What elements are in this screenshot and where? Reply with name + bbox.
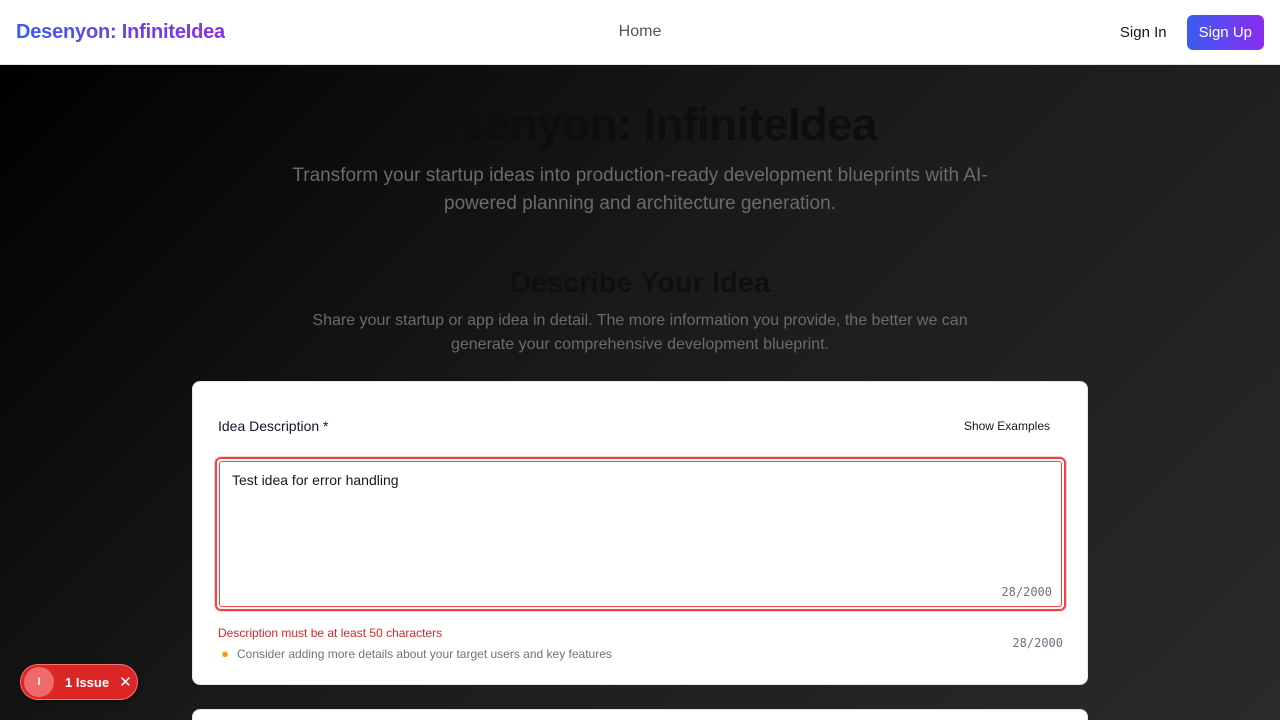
- navbar: Desenyon: InfiniteIdea Home Sign In Sign…: [0, 0, 1280, 65]
- issue-avatar: I: [24, 667, 54, 697]
- hint-row: ● Consider adding more details about you…: [218, 646, 612, 661]
- show-examples-button[interactable]: Show Examples: [964, 419, 1050, 433]
- inner-char-count: 28/2000: [1001, 585, 1052, 599]
- close-icon[interactable]: ✕: [119, 675, 132, 690]
- card-header: Idea Description * Show Examples: [218, 418, 1050, 434]
- lightbulb-icon: ●: [221, 646, 229, 661]
- main-content: Desenyon: InfiniteIdea Transform your st…: [0, 65, 1280, 720]
- sign-in-button[interactable]: Sign In: [1120, 24, 1167, 41]
- auth-actions: Sign In Sign Up: [1120, 14, 1264, 50]
- idea-form-card: Idea Description * Show Examples 28/2000…: [192, 381, 1088, 685]
- hero-subtitle: Transform your startup ideas into produc…: [292, 165, 988, 214]
- hint-text: Consider adding more details about your …: [237, 646, 612, 661]
- sign-up-button[interactable]: Sign Up: [1186, 14, 1264, 50]
- idea-description-input[interactable]: [219, 461, 1062, 607]
- next-card: [192, 709, 1088, 720]
- hero-title: Desenyon: InfiniteIdea: [403, 98, 877, 150]
- brand-logo[interactable]: Desenyon: InfiniteIdea: [16, 21, 225, 44]
- section-subtitle: Share your startup or app idea in detail…: [312, 312, 968, 353]
- issues-badge[interactable]: I 1 Issue ✕: [20, 664, 138, 700]
- idea-description-label: Idea Description *: [218, 418, 329, 434]
- nav-link-home[interactable]: Home: [619, 23, 662, 40]
- idea-textarea-wrapper: 28/2000: [215, 457, 1066, 611]
- section-title: Describe Your Idea: [509, 267, 771, 299]
- nav-links: Home: [619, 23, 662, 41]
- validation-error: Description must be at least 50 characte…: [218, 626, 443, 640]
- char-count: 28/2000: [1012, 636, 1063, 650]
- issue-count-label: 1 Issue: [65, 674, 110, 690]
